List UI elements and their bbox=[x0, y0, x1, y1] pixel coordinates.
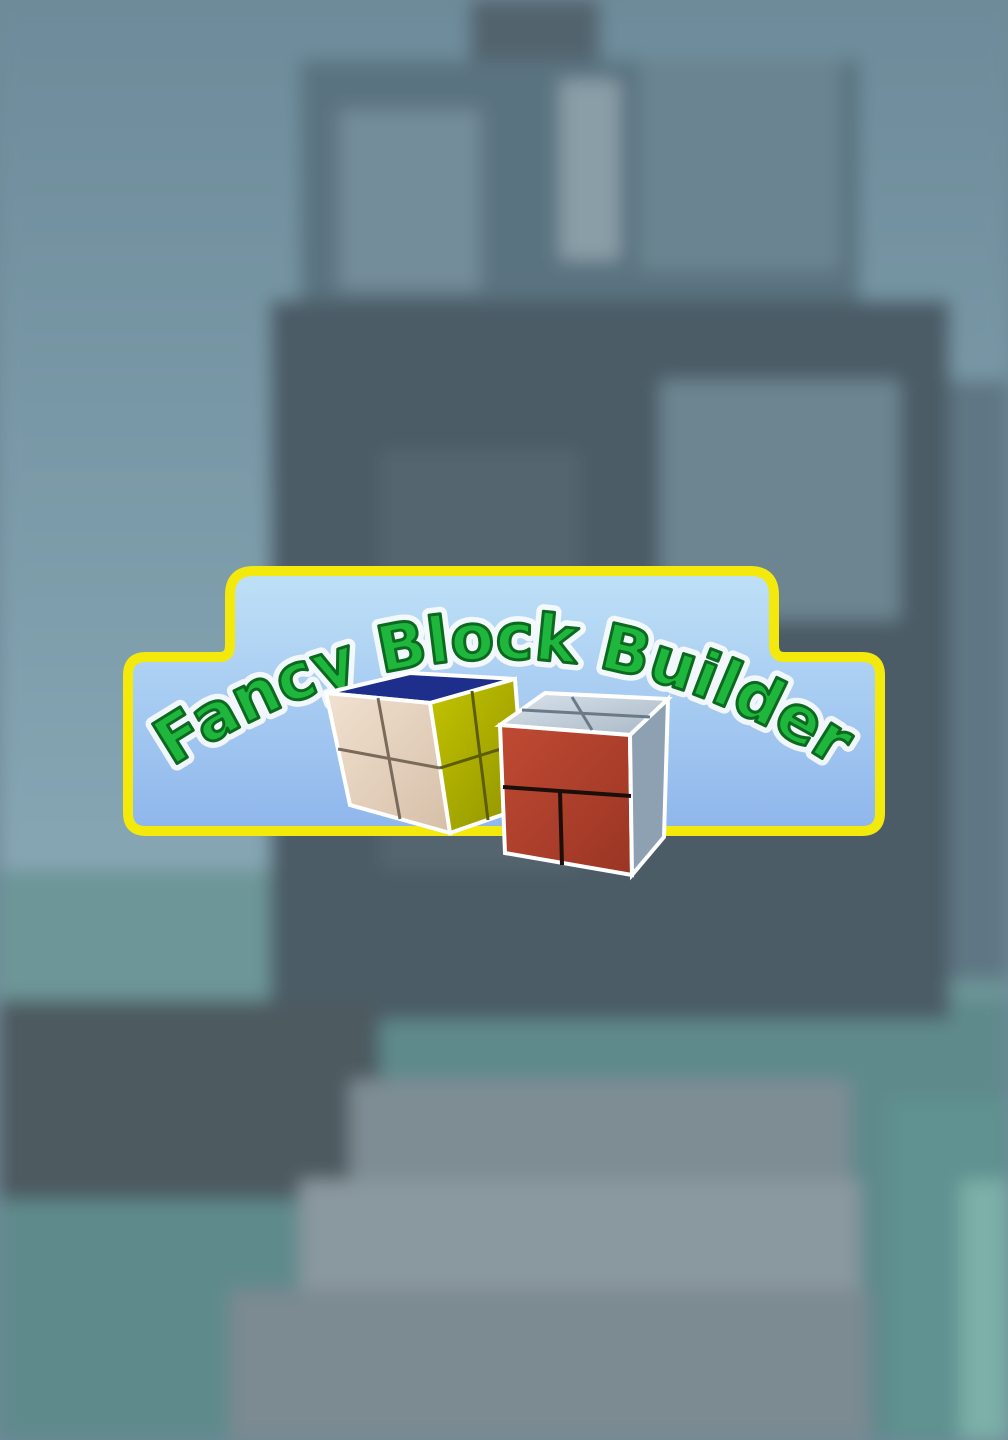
brick-cube-icon bbox=[494, 690, 673, 881]
game-logo: Fancy Block Builder Fancy Block Builder bbox=[120, 565, 890, 895]
